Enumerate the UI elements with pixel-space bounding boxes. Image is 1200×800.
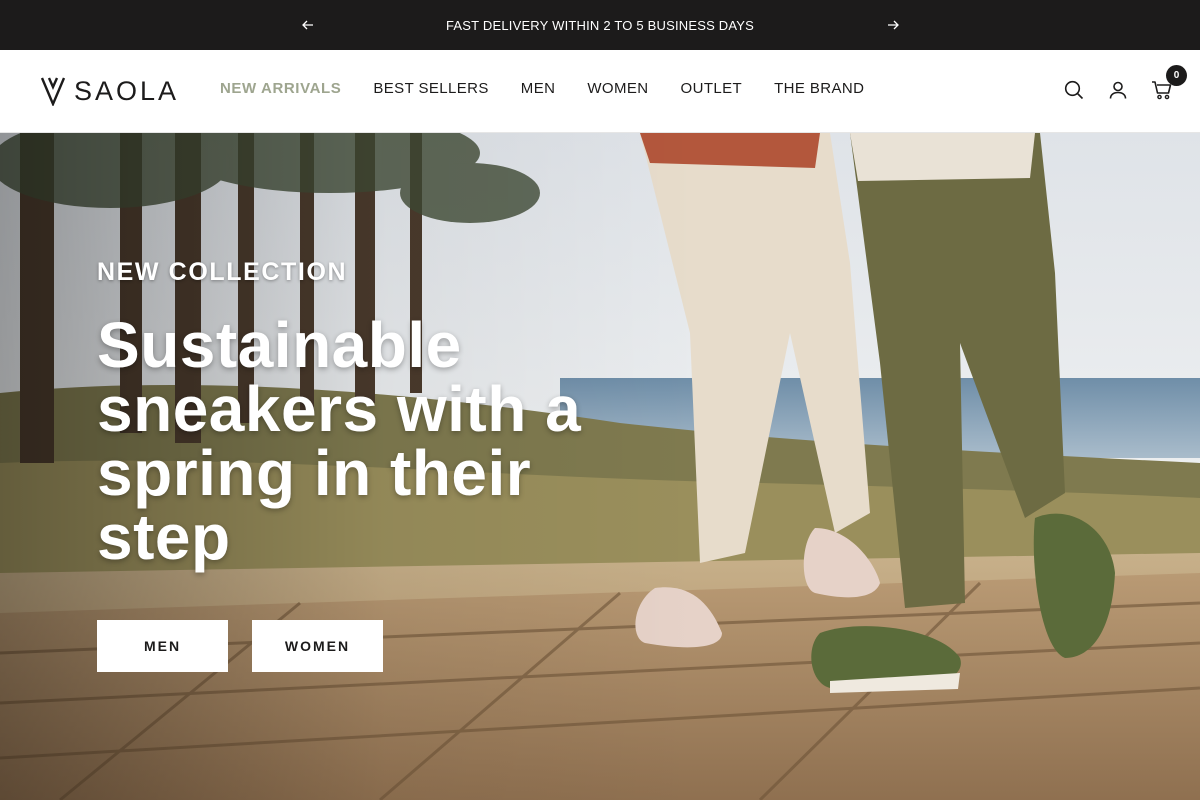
nav-outlet[interactable]: OUTLET [681,80,743,97]
main-nav: NEW ARRIVALS BEST SELLERS MEN WOMEN OUTL… [220,80,864,97]
hero-content: NEW COLLECTION Sustainable sneakers with… [97,258,617,569]
hero-headline: Sustainable sneakers with a spring in th… [97,309,582,573]
logo-mark-icon [40,77,66,106]
nav-the-brand[interactable]: THE BRAND [774,80,864,97]
cart-icon[interactable]: 0 [1150,65,1187,102]
logo-text: SAOLA [74,75,180,106]
hero-cta-group: MEN WOMEN [97,620,383,672]
account-icon[interactable] [1106,78,1130,102]
site-header: SAOLA NEW ARRIVALS BEST SELLERS MEN WOME… [0,50,1200,133]
cart-count-badge: 0 [1166,65,1187,86]
hero-eyebrow: NEW COLLECTION [97,258,348,286]
shop-women-button[interactable]: WOMEN [252,620,383,672]
hero-banner: NEW COLLECTION Sustainable sneakers with… [0,133,1200,800]
nav-best-sellers[interactable]: BEST SELLERS [373,80,488,97]
announcement-text: FAST DELIVERY WITHIN 2 TO 5 BUSINESS DAY… [445,17,755,33]
nav-women[interactable]: WOMEN [587,80,648,97]
logo[interactable]: SAOLA [40,74,179,108]
arrow-right-icon[interactable] [883,15,903,35]
search-icon[interactable] [1062,78,1086,102]
nav-new-arrivals[interactable]: NEW ARRIVALS [220,80,341,97]
header-icons: 0 [1062,65,1187,102]
shop-men-button[interactable]: MEN [97,620,228,672]
announcement-bar: FAST DELIVERY WITHIN 2 TO 5 BUSINESS DAY… [0,0,1200,50]
nav-men[interactable]: MEN [521,80,556,97]
arrow-left-icon[interactable] [298,15,318,35]
